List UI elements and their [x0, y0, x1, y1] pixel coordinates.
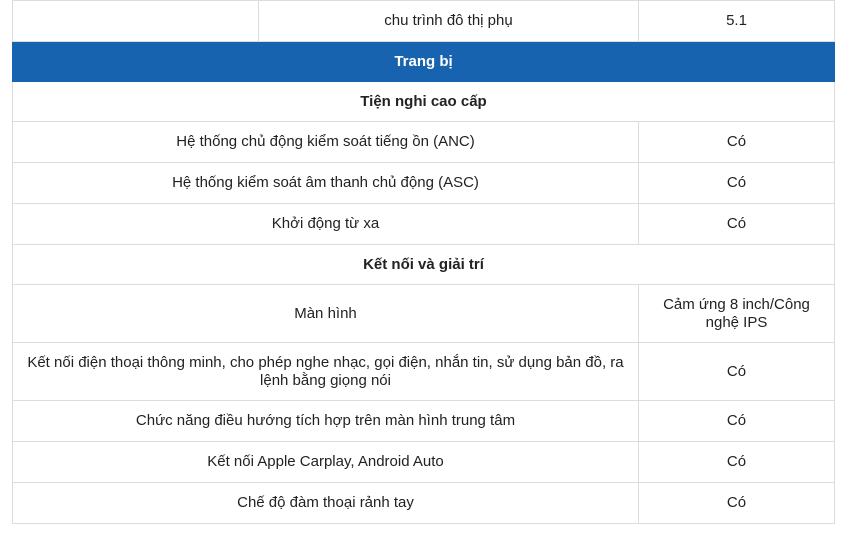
- spec-table: chu trình đô thị phụ 5.1 Trang bị Tiện n…: [12, 0, 835, 524]
- spec-value: Có: [638, 121, 835, 163]
- table-row: Chức năng điều hướng tích hợp trên màn h…: [12, 400, 835, 442]
- spec-value: Có: [638, 342, 835, 401]
- spec-label: Chế độ đàm thoại rảnh tay: [12, 482, 639, 524]
- spec-value: Có: [638, 400, 835, 442]
- section-title: Kết nối và giải trí: [12, 244, 835, 285]
- table-row: chu trình đô thị phụ 5.1: [12, 0, 835, 42]
- spec-label: chu trình đô thị phụ: [258, 0, 639, 42]
- spec-table-container: chu trình đô thị phụ 5.1 Trang bị Tiện n…: [12, 0, 835, 524]
- spec-label: Màn hình: [12, 284, 639, 343]
- spec-label: Hệ thống chủ động kiểm soát tiếng ồn (AN…: [12, 121, 639, 163]
- table-row: Khởi động từ xa Có: [12, 203, 835, 245]
- spec-value: Có: [638, 162, 835, 204]
- spec-value: Có: [638, 482, 835, 524]
- section-title: Tiện nghi cao cấp: [12, 81, 835, 122]
- table-row: Kết nối Apple Carplay, Android Auto Có: [12, 441, 835, 483]
- spec-value: Có: [638, 441, 835, 483]
- spec-label: Khởi động từ xa: [12, 203, 639, 245]
- section-heading-row: Tiện nghi cao cấp: [12, 81, 835, 122]
- table-row: Hệ thống kiểm soát âm thanh chủ động (AS…: [12, 162, 835, 204]
- table-header-title: Trang bị: [12, 41, 835, 82]
- empty-cell: [12, 0, 259, 42]
- spec-label: Kết nối Apple Carplay, Android Auto: [12, 441, 639, 483]
- spec-label: Hệ thống kiểm soát âm thanh chủ động (AS…: [12, 162, 639, 204]
- spec-value: Có: [638, 203, 835, 245]
- table-row: Kết nối điện thoại thông minh, cho phép …: [12, 342, 835, 401]
- spec-value: 5.1: [638, 0, 835, 42]
- spec-label: Kết nối điện thoại thông minh, cho phép …: [12, 342, 639, 401]
- table-row: Chế độ đàm thoại rảnh tay Có: [12, 482, 835, 524]
- spec-value: Cảm ứng 8 inch/Công nghệ IPS: [638, 284, 835, 343]
- table-row: Màn hình Cảm ứng 8 inch/Công nghệ IPS: [12, 284, 835, 343]
- section-heading-row: Kết nối và giải trí: [12, 244, 835, 285]
- spec-label: Chức năng điều hướng tích hợp trên màn h…: [12, 400, 639, 442]
- table-row: Hệ thống chủ động kiểm soát tiếng ồn (AN…: [12, 121, 835, 163]
- table-header-row: Trang bị: [12, 41, 835, 82]
